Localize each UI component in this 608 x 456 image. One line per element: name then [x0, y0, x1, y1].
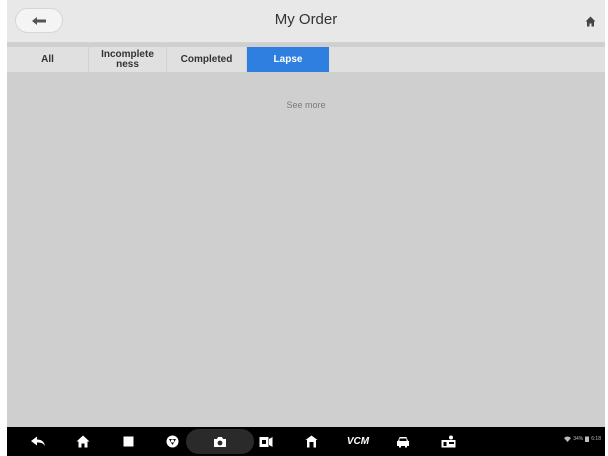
repair-shop-icon: [305, 435, 318, 448]
tab-lapse[interactable]: Lapse: [247, 47, 329, 72]
app-screen: My Order All Incomplete ness Completed L…: [7, 0, 605, 456]
nav-vehicle-button[interactable]: [390, 427, 416, 456]
nav-browser-button[interactable]: [159, 427, 185, 456]
status-bar: 34% 6:18: [564, 436, 601, 442]
nav-vcm-button[interactable]: VCM: [343, 427, 373, 456]
time-text: 6:18: [591, 436, 601, 442]
vci-icon: VCM: [347, 436, 369, 447]
nav-repair-shop-button[interactable]: [298, 427, 324, 456]
order-tabs: All Incomplete ness Completed Lapse: [7, 47, 605, 72]
nav-back-button[interactable]: [25, 427, 51, 456]
tab-completed[interactable]: Completed: [167, 47, 247, 72]
nav-camera-button[interactable]: [207, 427, 233, 456]
screen-record-icon: [259, 436, 273, 448]
browser-icon: [166, 435, 179, 448]
page-title: My Order: [274, 11, 338, 28]
home-icon: [585, 16, 596, 27]
see-more-link[interactable]: See more: [7, 100, 605, 110]
battery-text: 34%: [573, 436, 584, 442]
nav-dealer-button[interactable]: [435, 427, 461, 456]
tab-incompleteness[interactable]: Incomplete ness: [89, 47, 167, 72]
wifi-icon: [564, 436, 572, 442]
header-bar: My Order: [7, 0, 605, 43]
recent-apps-icon: [123, 436, 134, 447]
home-icon: [76, 435, 90, 448]
vcm-label: VCM: [346, 436, 370, 447]
battery-icon: [585, 436, 590, 442]
back-icon: [30, 436, 46, 448]
camera-icon: [213, 436, 227, 448]
nav-home-button[interactable]: [70, 427, 96, 456]
home-button[interactable]: [581, 12, 599, 30]
dealer-icon: [441, 435, 456, 448]
system-navbar: VCM 34% 6:18: [7, 427, 605, 456]
tab-all[interactable]: All: [7, 47, 89, 72]
nav-recent-button[interactable]: [115, 427, 141, 456]
nav-screen-record-button[interactable]: [253, 427, 279, 456]
vehicle-icon: [396, 436, 410, 448]
